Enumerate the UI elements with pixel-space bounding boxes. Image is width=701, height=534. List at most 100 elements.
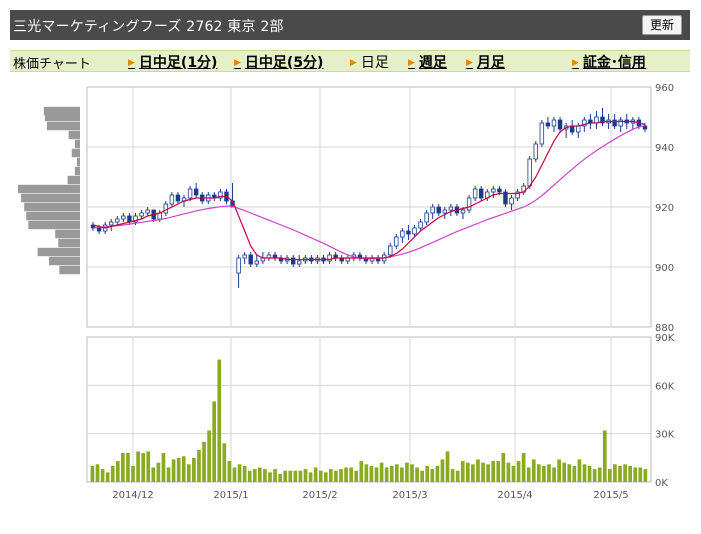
- volume-bar: [618, 465, 622, 482]
- volume-bar: [359, 461, 364, 482]
- volume-bar: [394, 464, 399, 482]
- candle-body: [109, 221, 114, 226]
- volume-bar: [405, 462, 409, 482]
- volume-bar: [410, 464, 414, 482]
- candle-body: [442, 209, 448, 214]
- candle-body: [139, 212, 144, 217]
- volume-bar: [232, 467, 237, 482]
- volume-bar: [481, 462, 485, 482]
- volume-tick-label: 30K: [655, 430, 675, 441]
- volume-bar: [587, 465, 592, 482]
- stock-chart: 96094092090088090K60K30K0K2014/12 2015/1 2…: [18, 83, 675, 501]
- candle-body: [115, 218, 120, 223]
- volume-bar: [633, 467, 638, 482]
- candle-body: [400, 230, 405, 238]
- side-histogram-bar: [67, 175, 80, 185]
- volume-tick-label: 60K: [655, 381, 675, 392]
- volume-bar: [638, 467, 643, 482]
- volume-bar: [425, 465, 430, 482]
- volume-bar: [369, 465, 374, 482]
- candle-body: [412, 227, 417, 235]
- volume-bar: [547, 464, 551, 482]
- volume-bar: [608, 469, 612, 482]
- price-tick-label: 940: [655, 143, 674, 154]
- volume-bar: [491, 461, 496, 482]
- volume-bar: [181, 456, 186, 482]
- volume-bar: [440, 459, 445, 482]
- volume-bar: [298, 470, 303, 482]
- price-tick-label: 900: [655, 263, 674, 274]
- volume-bar: [455, 470, 460, 482]
- volume-bar: [582, 464, 587, 482]
- volume-bar: [542, 465, 546, 482]
- side-histogram-bar: [71, 148, 80, 158]
- volume-bar: [537, 464, 541, 482]
- volume-bar: [273, 469, 277, 482]
- volume-bar: [643, 469, 648, 482]
- volume-bar: [278, 473, 282, 482]
- price-tick-label: 960: [655, 83, 674, 94]
- volume-bar: [212, 401, 217, 482]
- volume-bar: [197, 449, 201, 482]
- volume-bar: [268, 472, 272, 482]
- volume-bar: [516, 461, 521, 482]
- side-histogram-bar: [59, 265, 80, 275]
- volume-bar: [283, 470, 288, 482]
- volume-bar: [329, 469, 333, 482]
- volume-bar: [486, 464, 490, 482]
- candle-body: [466, 197, 472, 211]
- candle-body: [175, 194, 181, 202]
- volume-bar: [415, 467, 419, 482]
- volume-bar: [623, 464, 627, 482]
- candle-body: [460, 209, 466, 214]
- price-tick-label: 920: [655, 203, 674, 214]
- candle-body: [491, 188, 496, 193]
- volume-bar: [420, 470, 424, 482]
- side-histogram-bar: [18, 184, 80, 194]
- side-histogram-bar: [46, 121, 80, 131]
- candle-body: [557, 119, 563, 130]
- x-tick-label: 2015/1: [213, 490, 248, 501]
- volume-bar: [121, 453, 125, 482]
- volume-bar: [247, 470, 252, 482]
- candle-body: [169, 194, 175, 205]
- volume-bar: [202, 441, 206, 482]
- candle-body: [497, 188, 502, 193]
- candle-body: [539, 122, 545, 145]
- volume-bar: [496, 461, 501, 482]
- candle-body: [236, 257, 241, 274]
- candle-body: [254, 260, 260, 265]
- candle-body: [527, 158, 532, 187]
- side-histogram-bar: [28, 220, 80, 230]
- x-tick-label: 2015/4: [497, 490, 532, 501]
- volume-bar: [156, 462, 161, 482]
- volume-bar: [384, 467, 389, 482]
- volume-bar: [192, 457, 196, 482]
- x-tick-label: 2014/12: [112, 490, 154, 501]
- volume-bar: [151, 467, 156, 482]
- volume-bar: [222, 443, 227, 482]
- volume-bar: [252, 469, 257, 482]
- volume-bar: [602, 430, 607, 482]
- volume-bar: [166, 467, 171, 482]
- volume-bar: [313, 467, 318, 482]
- volume-bar: [171, 459, 176, 482]
- candle-body: [436, 206, 441, 214]
- volume-bar: [227, 461, 232, 482]
- volume-bar: [95, 464, 100, 482]
- candle-body: [551, 119, 557, 127]
- side-histogram-bar: [21, 193, 81, 203]
- x-tick-label: 2015/5: [593, 490, 628, 501]
- side-histogram-bar: [55, 229, 80, 239]
- volume-bar: [141, 453, 145, 482]
- candle-body: [187, 188, 193, 199]
- volume-bar: [242, 465, 247, 482]
- volume-bar: [400, 467, 404, 482]
- side-histogram-bar: [68, 130, 80, 140]
- volume-bar: [90, 465, 95, 482]
- candle-body: [193, 188, 199, 196]
- volume-bar: [186, 464, 191, 482]
- candle-body: [545, 122, 551, 127]
- candle-body: [406, 230, 411, 235]
- side-histogram-bar: [44, 112, 80, 122]
